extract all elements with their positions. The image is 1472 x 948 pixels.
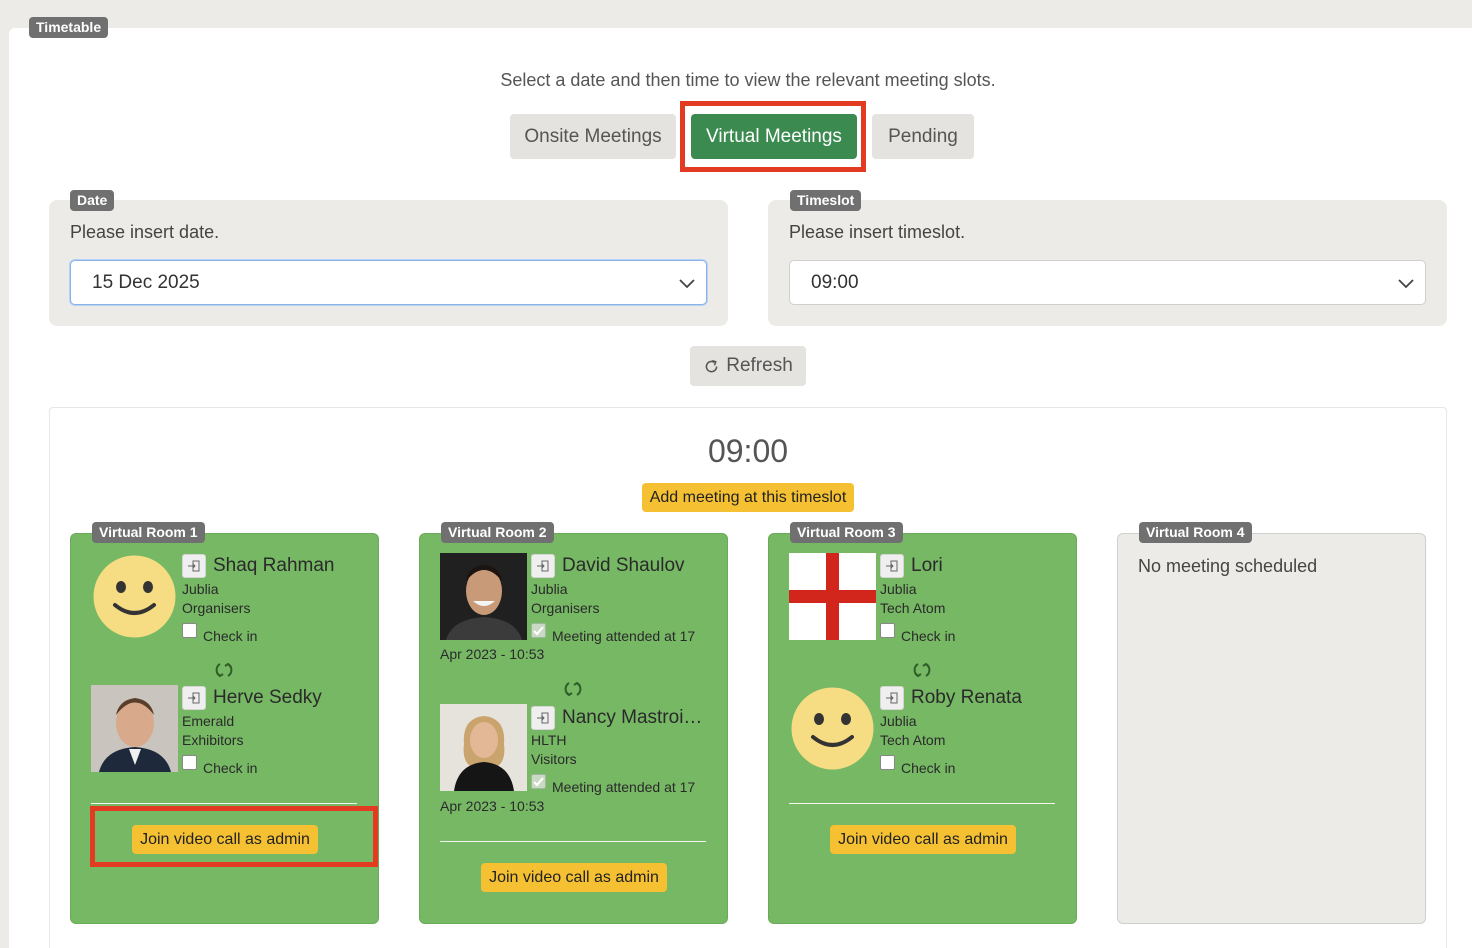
person-photo [440, 553, 527, 640]
person-group: Organisers [182, 600, 251, 616]
attended-label: Meeting attended at 17 [552, 779, 696, 795]
refresh-icon [705, 359, 718, 372]
person-photo [91, 685, 178, 772]
person-company: Jublia [182, 581, 219, 597]
attended-checkbox [531, 623, 546, 638]
check-in-checkbox[interactable] [880, 755, 895, 770]
timeslot-field-box: Please insert timeslot. 09:00 [768, 200, 1447, 326]
person-company: Jublia [531, 581, 568, 597]
room-tag: Virtual Room 2 [441, 522, 554, 543]
room-tag: Virtual Room 3 [790, 522, 903, 543]
login-icon[interactable] [531, 554, 555, 578]
login-icon[interactable] [182, 554, 206, 578]
highlight-virtual-tab [680, 101, 866, 172]
virtual-room-4 [1117, 533, 1426, 924]
smiley-icon [791, 687, 874, 770]
tab-pending[interactable]: Pending [872, 114, 974, 159]
person-group: Exhibitors [182, 732, 244, 748]
room-tag: Virtual Room 1 [92, 522, 205, 543]
join-video-call-button[interactable]: Join video call as admin [481, 863, 667, 892]
check-in-label: Check in [901, 760, 956, 776]
person-name: Herve Sedky [213, 687, 322, 708]
slot-time-heading: 09:00 [707, 433, 789, 469]
login-icon[interactable] [182, 686, 206, 710]
swap-icon [913, 662, 931, 678]
smiley-icon [93, 555, 176, 638]
person-name: David Shaulov [562, 555, 685, 576]
check-in-checkbox[interactable] [182, 623, 197, 638]
chevron-down-icon [679, 279, 695, 289]
attended-time: Apr 2023 - 10:53 [440, 646, 545, 662]
highlight-join-button [90, 806, 378, 867]
person-company: Jublia [880, 713, 917, 729]
person-group: Tech Atom [880, 732, 946, 748]
timeslot-help-text: Please insert timeslot. [789, 222, 966, 242]
refresh-button[interactable]: Refresh [690, 346, 806, 386]
timetable-tag: Timetable [29, 17, 109, 38]
person-group: Visitors [531, 751, 577, 767]
room-divider [440, 841, 706, 842]
tab-onsite-meetings[interactable]: Onsite Meetings [510, 114, 676, 159]
date-help-text: Please insert date. [70, 222, 220, 242]
login-icon[interactable] [531, 706, 555, 730]
england-flag-icon [789, 553, 876, 640]
timeslot-select[interactable]: 09:00 [789, 260, 1426, 305]
attended-checkbox [531, 774, 546, 789]
timeslot-select-value: 09:00 [811, 271, 859, 293]
check-in-checkbox[interactable] [880, 623, 895, 638]
refresh-label: Refresh [726, 355, 793, 376]
check-in-label: Check in [901, 628, 956, 644]
attended-time: Apr 2023 - 10:53 [440, 798, 545, 814]
person-group: Organisers [531, 600, 600, 616]
person-company: HLTH [531, 732, 567, 748]
person-company: Jublia [880, 581, 917, 597]
person-name: Lori [911, 555, 943, 576]
person-photo [440, 704, 527, 791]
no-meeting-text: No meeting scheduled [1138, 556, 1318, 576]
join-video-call-button[interactable]: Join video call as admin [830, 825, 1016, 854]
check-in-checkbox[interactable] [182, 755, 197, 770]
person-name: Nancy Mastroi… [562, 707, 703, 728]
timeslot-tag: Timeslot [790, 190, 862, 211]
add-meeting-button[interactable]: Add meeting at this timeslot [642, 483, 854, 512]
swap-icon [215, 662, 233, 678]
person-name: Shaq Rahman [213, 555, 335, 576]
login-icon[interactable] [880, 554, 904, 578]
room-tag: Virtual Room 4 [1139, 522, 1252, 543]
date-select-value: 15 Dec 2025 [92, 271, 200, 293]
chevron-down-icon [1398, 279, 1414, 289]
room-divider [789, 803, 1055, 804]
check-in-label: Check in [203, 628, 258, 644]
swap-icon [564, 681, 582, 697]
check-in-label: Check in [203, 760, 258, 776]
attended-label: Meeting attended at 17 [552, 628, 696, 644]
date-select[interactable]: 15 Dec 2025 [70, 260, 707, 305]
login-icon[interactable] [880, 686, 904, 710]
person-group: Tech Atom [880, 600, 946, 616]
person-name: Roby Renata [911, 687, 1022, 708]
date-field-box: Please insert date. 15 Dec 2025 [49, 200, 728, 326]
date-tag: Date [70, 190, 115, 211]
intro-text: Select a date and then time to view the … [500, 70, 996, 90]
person-company: Emerald [182, 713, 235, 729]
room-divider [91, 803, 357, 804]
